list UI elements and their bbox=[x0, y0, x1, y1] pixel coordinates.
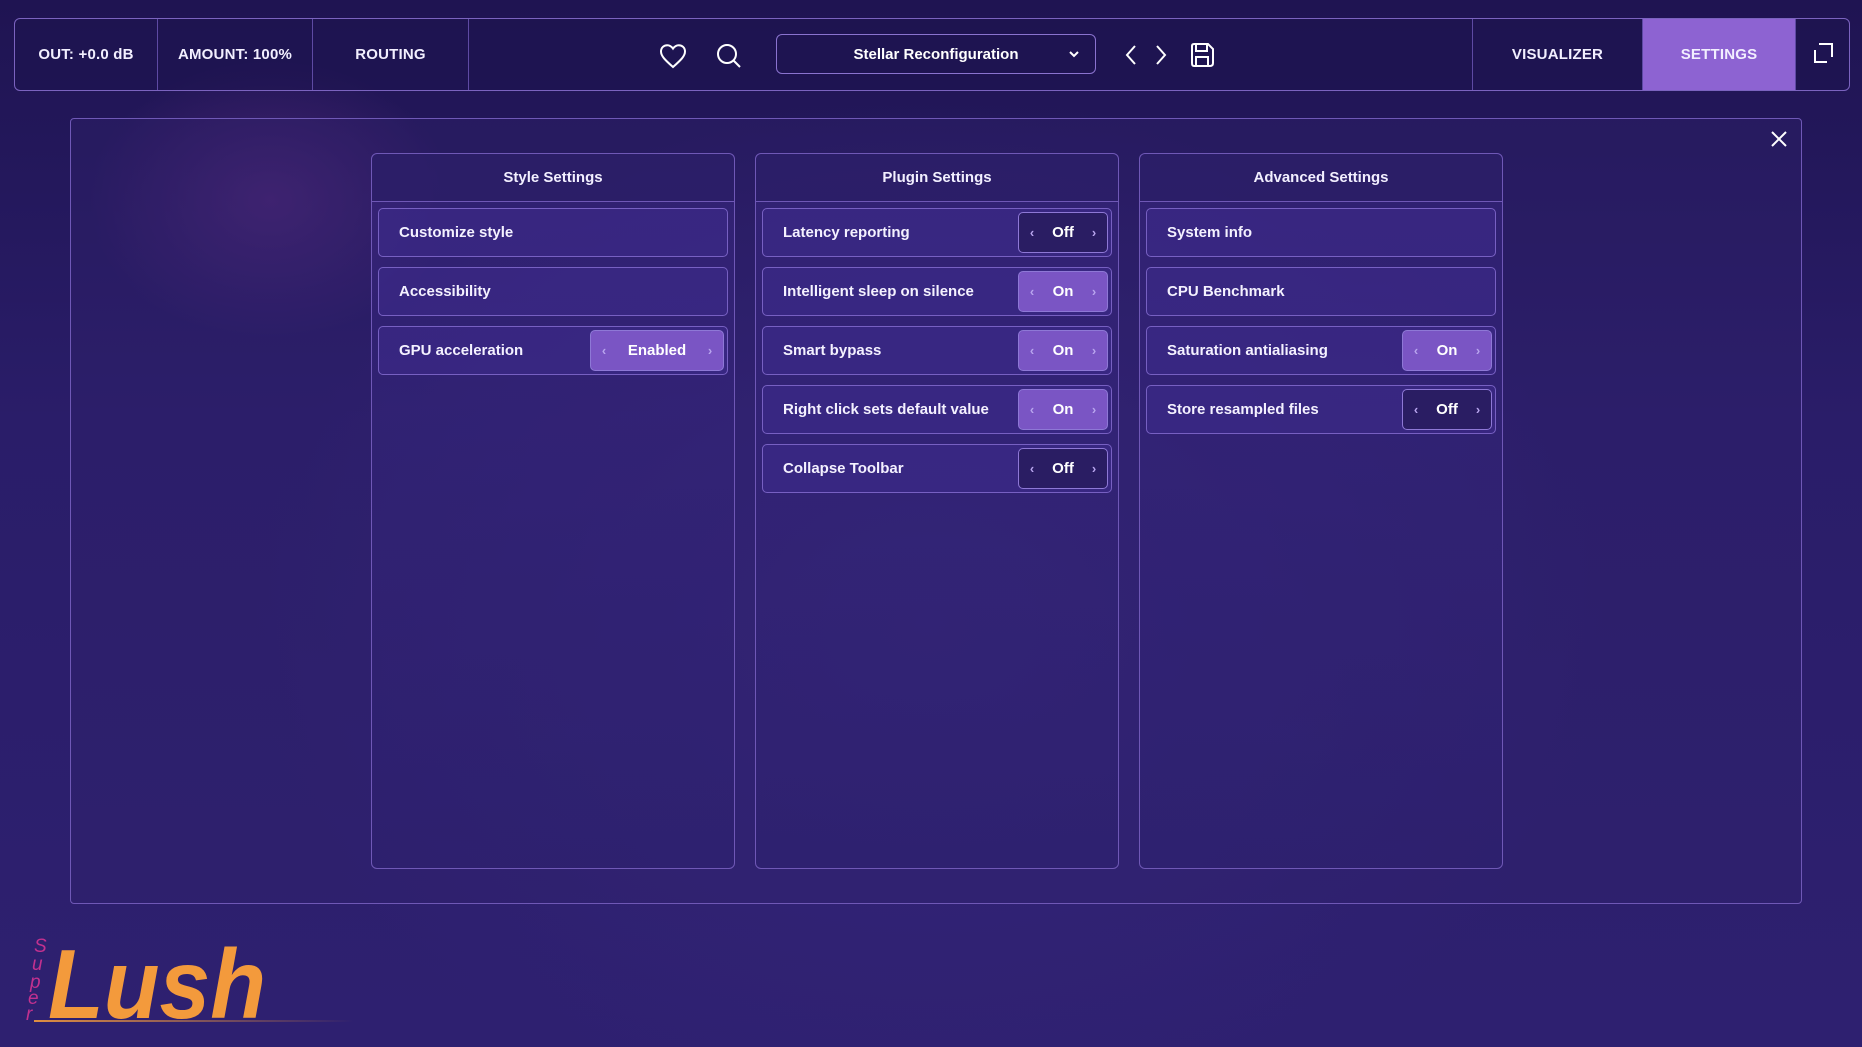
chevron-right-icon[interactable]: › bbox=[1089, 284, 1099, 299]
gpu-acceleration-toggle[interactable]: ‹ Enabled › bbox=[590, 330, 724, 371]
row-label: Store resampled files bbox=[1167, 401, 1319, 418]
saturation-antialiasing-toggle[interactable]: ‹ On › bbox=[1402, 330, 1492, 371]
settings-panel: Style Settings Customize style Accessibi… bbox=[70, 118, 1802, 904]
toggle-value: On bbox=[1052, 283, 1074, 300]
toggle-value: Off bbox=[1052, 460, 1074, 477]
chevron-right-icon bbox=[1153, 43, 1169, 67]
row-label: System info bbox=[1167, 224, 1253, 241]
collapse-toolbar-toggle[interactable]: ‹ Off › bbox=[1018, 448, 1108, 489]
save-icon[interactable] bbox=[1187, 41, 1217, 69]
right-click-default-toggle[interactable]: ‹ On › bbox=[1018, 389, 1108, 430]
row-label: Intelligent sleep on silence bbox=[783, 283, 974, 300]
column-title: Style Settings bbox=[372, 154, 734, 202]
next-preset-button[interactable] bbox=[1149, 41, 1173, 69]
chevron-left-icon[interactable]: ‹ bbox=[1027, 343, 1037, 358]
chevron-right-icon[interactable]: › bbox=[705, 343, 715, 358]
amount-display[interactable]: AMOUNT: 100% bbox=[158, 19, 313, 90]
row-label: Right click sets default value bbox=[783, 401, 989, 418]
chevron-left-icon[interactable]: ‹ bbox=[1411, 402, 1421, 417]
chevron-left-icon[interactable]: ‹ bbox=[1411, 343, 1421, 358]
gpu-acceleration-row: GPU acceleration ‹ Enabled › bbox=[378, 326, 728, 375]
row-label: Latency reporting bbox=[783, 224, 910, 241]
row-label: Customize style bbox=[399, 224, 514, 241]
store-resampled-files-row: Store resampled files ‹ Off › bbox=[1146, 385, 1496, 434]
latency-reporting-toggle[interactable]: ‹ Off › bbox=[1018, 212, 1108, 253]
row-label: Collapse Toolbar bbox=[783, 460, 904, 477]
visualizer-tab[interactable]: VISUALIZER bbox=[1473, 19, 1643, 90]
row-label: Accessibility bbox=[399, 283, 491, 300]
heart-icon[interactable] bbox=[658, 41, 688, 71]
preset-name: Stellar Reconfiguration bbox=[853, 45, 1019, 63]
output-gain-display[interactable]: OUT: +0.0 dB bbox=[15, 19, 158, 90]
saturation-antialiasing-row: Saturation antialiasing ‹ On › bbox=[1146, 326, 1496, 375]
store-resampled-files-toggle[interactable]: ‹ Off › bbox=[1402, 389, 1492, 430]
logo-main-text: Lush bbox=[48, 930, 266, 1026]
chevron-right-icon[interactable]: › bbox=[1089, 343, 1099, 358]
plugin-settings-column: Plugin Settings Latency reporting ‹ Off … bbox=[755, 153, 1119, 869]
toggle-value: Off bbox=[1436, 401, 1458, 418]
expand-button[interactable] bbox=[1795, 19, 1849, 90]
routing-button[interactable]: ROUTING bbox=[313, 19, 469, 90]
chevron-left-icon bbox=[1123, 43, 1139, 67]
toolbar: OUT: +0.0 dB AMOUNT: 100% ROUTING Stella… bbox=[14, 18, 1850, 91]
chevron-left-icon[interactable]: ‹ bbox=[1027, 402, 1037, 417]
latency-reporting-row: Latency reporting ‹ Off › bbox=[762, 208, 1112, 257]
toggle-value: Off bbox=[1052, 224, 1074, 241]
style-settings-column: Style Settings Customize style Accessibi… bbox=[371, 153, 735, 869]
super-lush-logo: Lush S u p e r bbox=[20, 929, 360, 1039]
preset-selector[interactable]: Stellar Reconfiguration bbox=[776, 34, 1096, 74]
row-label: GPU acceleration bbox=[399, 342, 524, 359]
column-title: Plugin Settings bbox=[756, 154, 1118, 202]
close-icon[interactable] bbox=[1767, 127, 1791, 151]
cpu-benchmark-button[interactable]: CPU Benchmark bbox=[1146, 267, 1496, 316]
column-title: Advanced Settings bbox=[1140, 154, 1502, 202]
settings-tab[interactable]: SETTINGS bbox=[1643, 19, 1795, 90]
row-label: CPU Benchmark bbox=[1167, 283, 1285, 300]
chevron-left-icon[interactable]: ‹ bbox=[599, 343, 609, 358]
row-label: Smart bypass bbox=[783, 342, 882, 359]
toggle-value: On bbox=[1436, 342, 1458, 359]
smart-bypass-toggle[interactable]: ‹ On › bbox=[1018, 330, 1108, 371]
collapse-toolbar-row: Collapse Toolbar ‹ Off › bbox=[762, 444, 1112, 493]
chevron-right-icon[interactable]: › bbox=[1089, 402, 1099, 417]
customize-style-button[interactable]: Customize style bbox=[378, 208, 728, 257]
chevron-right-icon[interactable]: › bbox=[1473, 343, 1483, 358]
right-click-default-row: Right click sets default value ‹ On › bbox=[762, 385, 1112, 434]
chevron-right-icon[interactable]: › bbox=[1089, 461, 1099, 476]
chevron-left-icon[interactable]: ‹ bbox=[1027, 284, 1037, 299]
chevron-left-icon[interactable]: ‹ bbox=[1027, 225, 1037, 240]
logo-super-text: S u p e r bbox=[26, 936, 47, 1025]
system-info-button[interactable]: System info bbox=[1146, 208, 1496, 257]
intelligent-sleep-toggle[interactable]: ‹ On › bbox=[1018, 271, 1108, 312]
search-icon[interactable] bbox=[714, 41, 744, 71]
toggle-value: On bbox=[1052, 401, 1074, 418]
toggle-value: Enabled bbox=[627, 342, 687, 359]
smart-bypass-row: Smart bypass ‹ On › bbox=[762, 326, 1112, 375]
chevron-left-icon[interactable]: ‹ bbox=[1027, 461, 1037, 476]
previous-preset-button[interactable] bbox=[1119, 41, 1143, 69]
toggle-value: On bbox=[1052, 342, 1074, 359]
preset-bar: Stellar Reconfiguration bbox=[469, 19, 1473, 90]
intelligent-sleep-row: Intelligent sleep on silence ‹ On › bbox=[762, 267, 1112, 316]
chevron-right-icon[interactable]: › bbox=[1089, 225, 1099, 240]
chevron-right-icon[interactable]: › bbox=[1473, 402, 1483, 417]
chevron-down-icon bbox=[1067, 47, 1081, 65]
svg-text:r: r bbox=[26, 1004, 33, 1025]
advanced-settings-column: Advanced Settings System info CPU Benchm… bbox=[1139, 153, 1503, 869]
accessibility-button[interactable]: Accessibility bbox=[378, 267, 728, 316]
expand-icon bbox=[1812, 42, 1834, 68]
row-label: Saturation antialiasing bbox=[1167, 342, 1328, 359]
